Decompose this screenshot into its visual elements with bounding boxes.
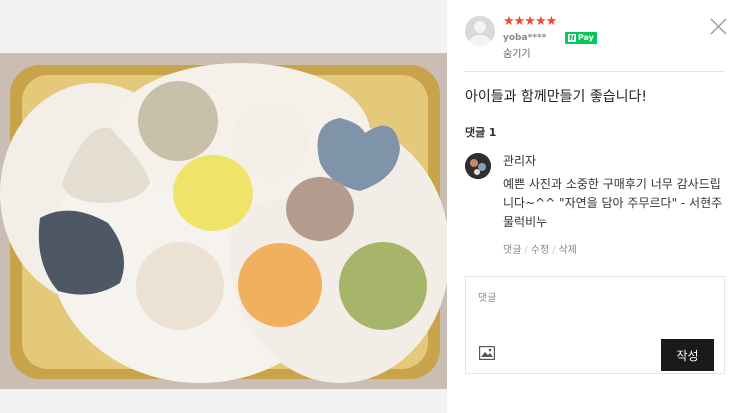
photo-panel: [0, 0, 447, 413]
admin-avatar: [465, 153, 491, 179]
review-photo[interactable]: [0, 53, 447, 389]
delete-link[interactable]: 삭제: [559, 245, 577, 256]
review-text: 아이들과 함께만들기 좋습니다!: [465, 89, 647, 105]
comment-author: 관리자: [503, 154, 537, 168]
reply-link[interactable]: 댓글: [503, 245, 521, 256]
comment-form[interactable]: 댓글 작성: [465, 276, 725, 374]
npay-badge: N Pay: [565, 32, 597, 44]
close-icon[interactable]: [710, 18, 727, 35]
star-rating: ★★★★★: [503, 14, 557, 29]
divider: [465, 71, 725, 72]
comment-input[interactable]: 댓글: [478, 289, 496, 304]
submit-button[interactable]: 작성: [661, 339, 714, 371]
image-icon[interactable]: [479, 345, 496, 361]
comment-count: 댓글 1: [465, 126, 497, 139]
edit-link[interactable]: 수정: [531, 245, 549, 256]
review-header: ★★★★★ yoba**** N Pay 숨기기: [465, 14, 725, 64]
hide-link[interactable]: 숨기기: [503, 45, 531, 60]
soap-tray-image: [0, 53, 447, 389]
comment-text: 예쁜 사진과 소중한 구매후기 너무 감사드립니다~^^ "자연을 담아 주무르…: [503, 177, 723, 229]
comment-actions: 댓글 / 수정 / 삭제: [503, 245, 577, 256]
user-avatar-icon: [465, 16, 495, 46]
review-panel: ★★★★★ yoba**** N Pay 숨기기 아이들과 함께만들기 좋습니다!…: [447, 0, 743, 413]
username: yoba****: [503, 33, 547, 43]
